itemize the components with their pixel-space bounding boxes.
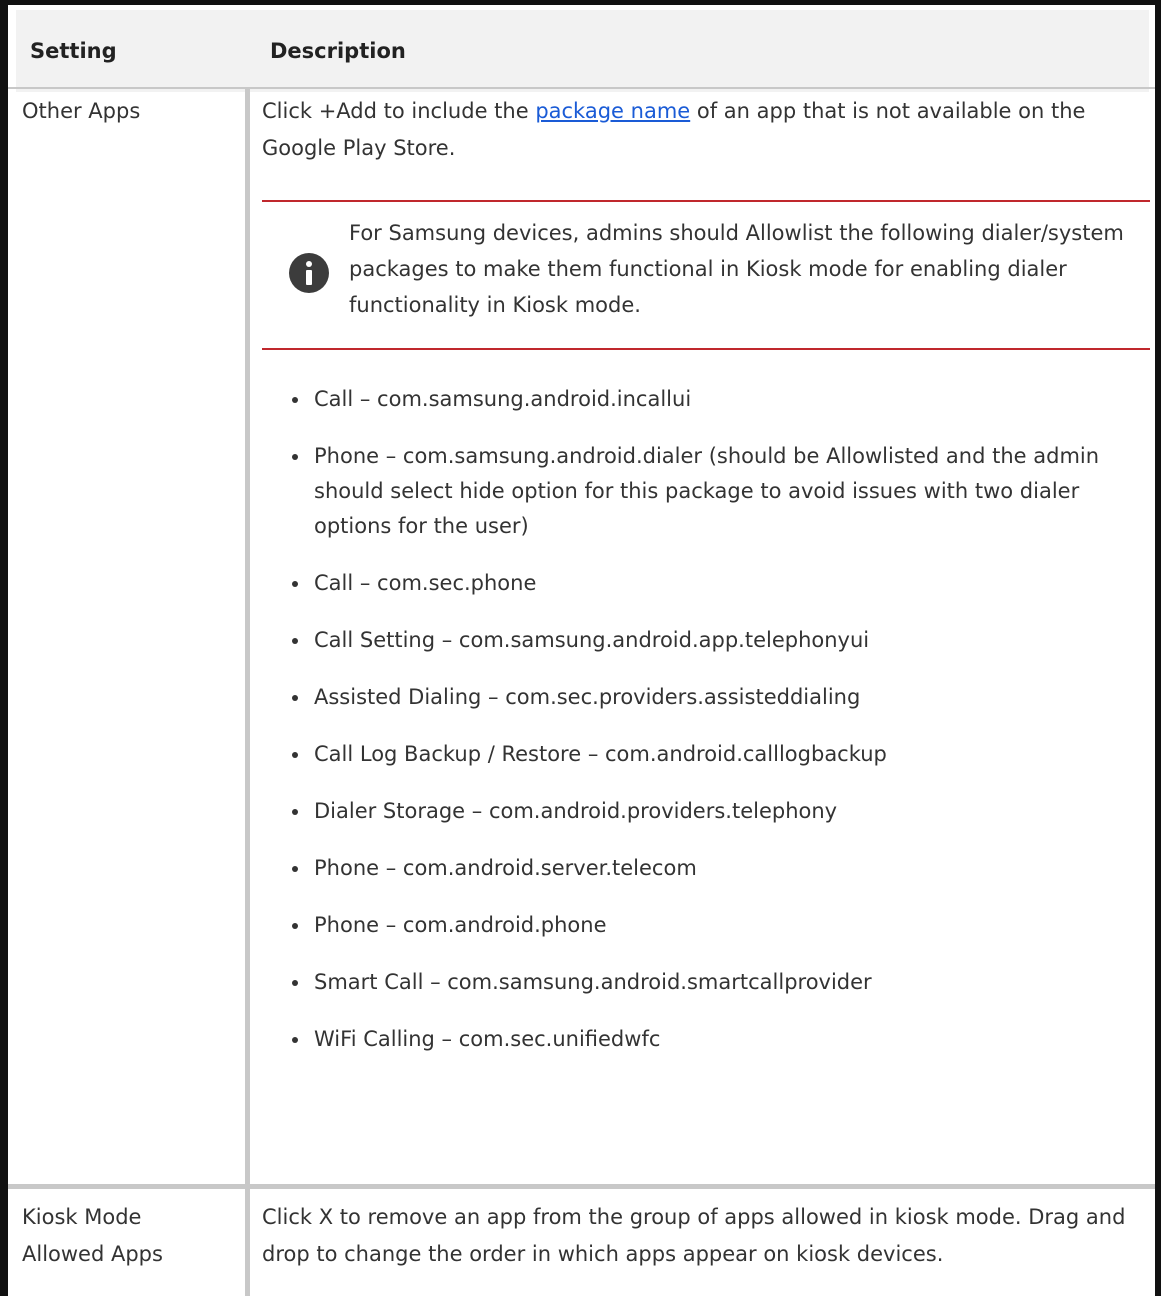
samsung-note: For Samsung devices, admins should Allow… bbox=[262, 200, 1150, 350]
kiosk-description: Click X to remove an app from the group … bbox=[262, 1205, 1126, 1266]
setting-other-apps: Other Apps bbox=[22, 99, 141, 123]
list-item: Phone – com.android.server.telecom bbox=[292, 851, 1142, 886]
package-name-link[interactable]: package name bbox=[535, 99, 690, 123]
list-item: WiFi Calling – com.sec.unifiedwfc bbox=[292, 1022, 1142, 1057]
setting-line-2: Allowed Apps bbox=[22, 1242, 163, 1266]
list-item: Call – com.samsung.android.incallui bbox=[292, 382, 1142, 417]
list-item: Call Setting – com.samsung.android.app.t… bbox=[292, 623, 1142, 658]
header-description: Description bbox=[270, 39, 406, 63]
column-divider bbox=[245, 87, 250, 1296]
package-list: Call – com.samsung.android.incallui Phon… bbox=[292, 360, 1142, 1077]
info-icon bbox=[289, 253, 329, 293]
setting-line-1: Kiosk Mode bbox=[22, 1205, 142, 1229]
list-item: Call – com.sec.phone bbox=[292, 566, 1142, 601]
header-divider bbox=[8, 87, 1155, 89]
list-item: Smart Call – com.samsung.android.smartca… bbox=[292, 965, 1142, 1000]
table-header: Setting Description bbox=[16, 10, 1149, 92]
setting-kiosk-mode-allowed-apps: Kiosk Mode Allowed Apps bbox=[22, 1199, 163, 1273]
list-item: Dialer Storage – com.android.providers.t… bbox=[292, 794, 1142, 829]
header-setting: Setting bbox=[30, 39, 117, 63]
list-item: Assisted Dialing – com.sec.providers.ass… bbox=[292, 680, 1142, 715]
other-apps-description: Click +Add to include the package name o… bbox=[262, 93, 1142, 167]
list-item: Call Log Backup / Restore – com.android.… bbox=[292, 737, 1142, 772]
description-text: Click +Add to include the bbox=[262, 99, 536, 123]
row-divider bbox=[8, 1184, 1155, 1189]
list-item: Phone – com.android.phone bbox=[292, 908, 1142, 943]
note-text: For Samsung devices, admins should Allow… bbox=[349, 221, 1124, 317]
list-item: Phone – com.samsung.android.dialer (shou… bbox=[292, 439, 1142, 544]
